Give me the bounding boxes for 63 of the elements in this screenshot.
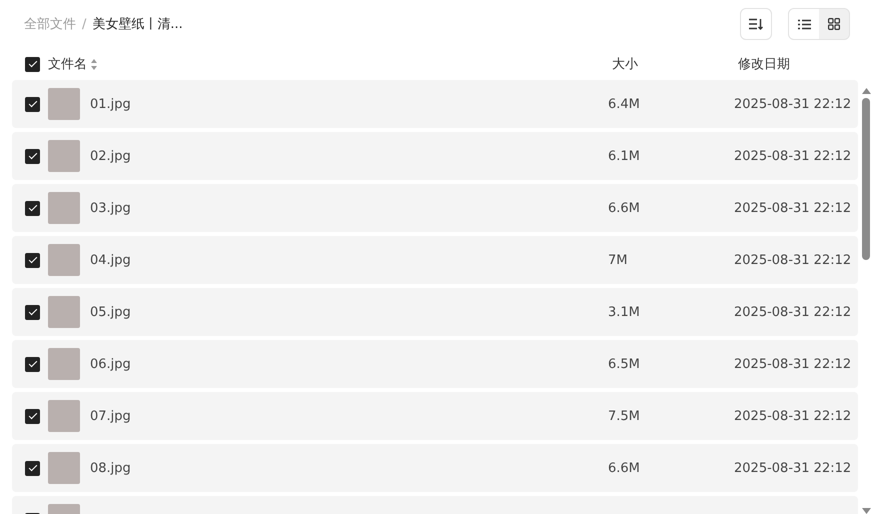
modified-column-header: 修改日期 — [738, 56, 791, 73]
row-checkbox[interactable] — [25, 200, 40, 216]
file-name: 07.jpg — [90, 408, 131, 424]
file-size: 3.1M — [608, 304, 641, 320]
photo-placeholder — [48, 140, 80, 172]
file-name: 05.jpg — [90, 304, 131, 320]
grid-icon — [828, 18, 840, 30]
photo-placeholder — [48, 400, 80, 432]
file-size: 6.5M — [608, 356, 641, 372]
sort-arrows-icon[interactable] — [91, 58, 97, 70]
file-row[interactable]: 03.jpg 6.6M 2025-08-31 22:12 — [12, 184, 858, 232]
file-name: 04.jpg — [90, 252, 131, 268]
scrollbar-thumb[interactable] — [862, 98, 870, 260]
photo-placeholder — [48, 88, 80, 120]
file-row[interactable]: 07.jpg 7.5M 2025-08-31 22:12 — [12, 392, 858, 440]
photo-placeholder — [48, 244, 80, 276]
file-size: 7M — [608, 252, 628, 268]
file-size: 7.5M — [608, 408, 641, 424]
file-row[interactable]: 08.jpg 6.6M 2025-08-31 22:12 — [12, 444, 858, 492]
file-name: 08.jpg — [90, 460, 131, 476]
sort-button[interactable] — [740, 8, 772, 40]
breadcrumb-separator: / — [82, 16, 86, 32]
sort-icon — [749, 18, 763, 30]
file-row[interactable]: 04.jpg 7M 2025-08-31 22:12 — [12, 236, 858, 284]
photo-placeholder — [48, 452, 80, 484]
file-row[interactable]: 06.jpg 6.5M 2025-08-31 22:12 — [12, 340, 858, 388]
row-checkbox[interactable] — [25, 304, 40, 320]
file-name: 06.jpg — [90, 356, 131, 372]
photo-placeholder — [48, 192, 80, 224]
file-row[interactable]: 05.jpg 3.1M 2025-08-31 22:12 — [12, 288, 858, 336]
select-all-checkbox[interactable] — [25, 56, 40, 72]
size-column-header: 大小 — [612, 56, 639, 73]
modified-date: 2025-08-31 22:12 — [734, 356, 852, 372]
file-name: 02.jpg — [90, 148, 131, 164]
file-name: 01.jpg — [90, 96, 131, 112]
photo-placeholder — [48, 348, 80, 380]
name-column-header[interactable]: 文件名 — [48, 55, 87, 73]
scroll-down-icon[interactable] — [862, 508, 870, 514]
scroll-up-icon[interactable] — [862, 88, 870, 94]
row-checkbox[interactable] — [25, 148, 40, 164]
modified-date: 2025-08-31 22:12 — [734, 96, 852, 112]
modified-date: 2025-08-31 22:12 — [734, 304, 852, 320]
photo-placeholder — [48, 296, 80, 328]
file-size: 6.1M — [608, 148, 641, 164]
file-size: 6.6M — [608, 200, 641, 216]
modified-date: 2025-08-31 22:12 — [734, 148, 852, 164]
breadcrumb-item: 美女壁纸丨清... — [92, 16, 183, 33]
list-icon — [798, 18, 810, 30]
file-name: 03.jpg — [90, 200, 131, 216]
modified-date: 2025-08-31 22:12 — [734, 460, 852, 476]
row-checkbox[interactable] — [25, 356, 40, 372]
file-size: 6.6M — [608, 460, 641, 476]
modified-date: 2025-08-31 22:12 — [734, 408, 852, 424]
file-row[interactable]: 01.jpg 6.4M 2025-08-31 22:12 — [12, 80, 858, 128]
modified-date: 2025-08-31 22:12 — [734, 252, 852, 268]
file-size: 6.4M — [608, 96, 641, 112]
list-view-button[interactable] — [789, 9, 819, 39]
row-checkbox[interactable] — [25, 460, 40, 476]
file-row[interactable]: 02.jpg 6.1M 2025-08-31 22:12 — [12, 132, 858, 180]
modified-date: 2025-08-31 22:12 — [734, 200, 852, 216]
row-checkbox[interactable] — [25, 96, 40, 112]
row-checkbox[interactable] — [25, 408, 40, 424]
row-checkbox[interactable] — [25, 252, 40, 268]
